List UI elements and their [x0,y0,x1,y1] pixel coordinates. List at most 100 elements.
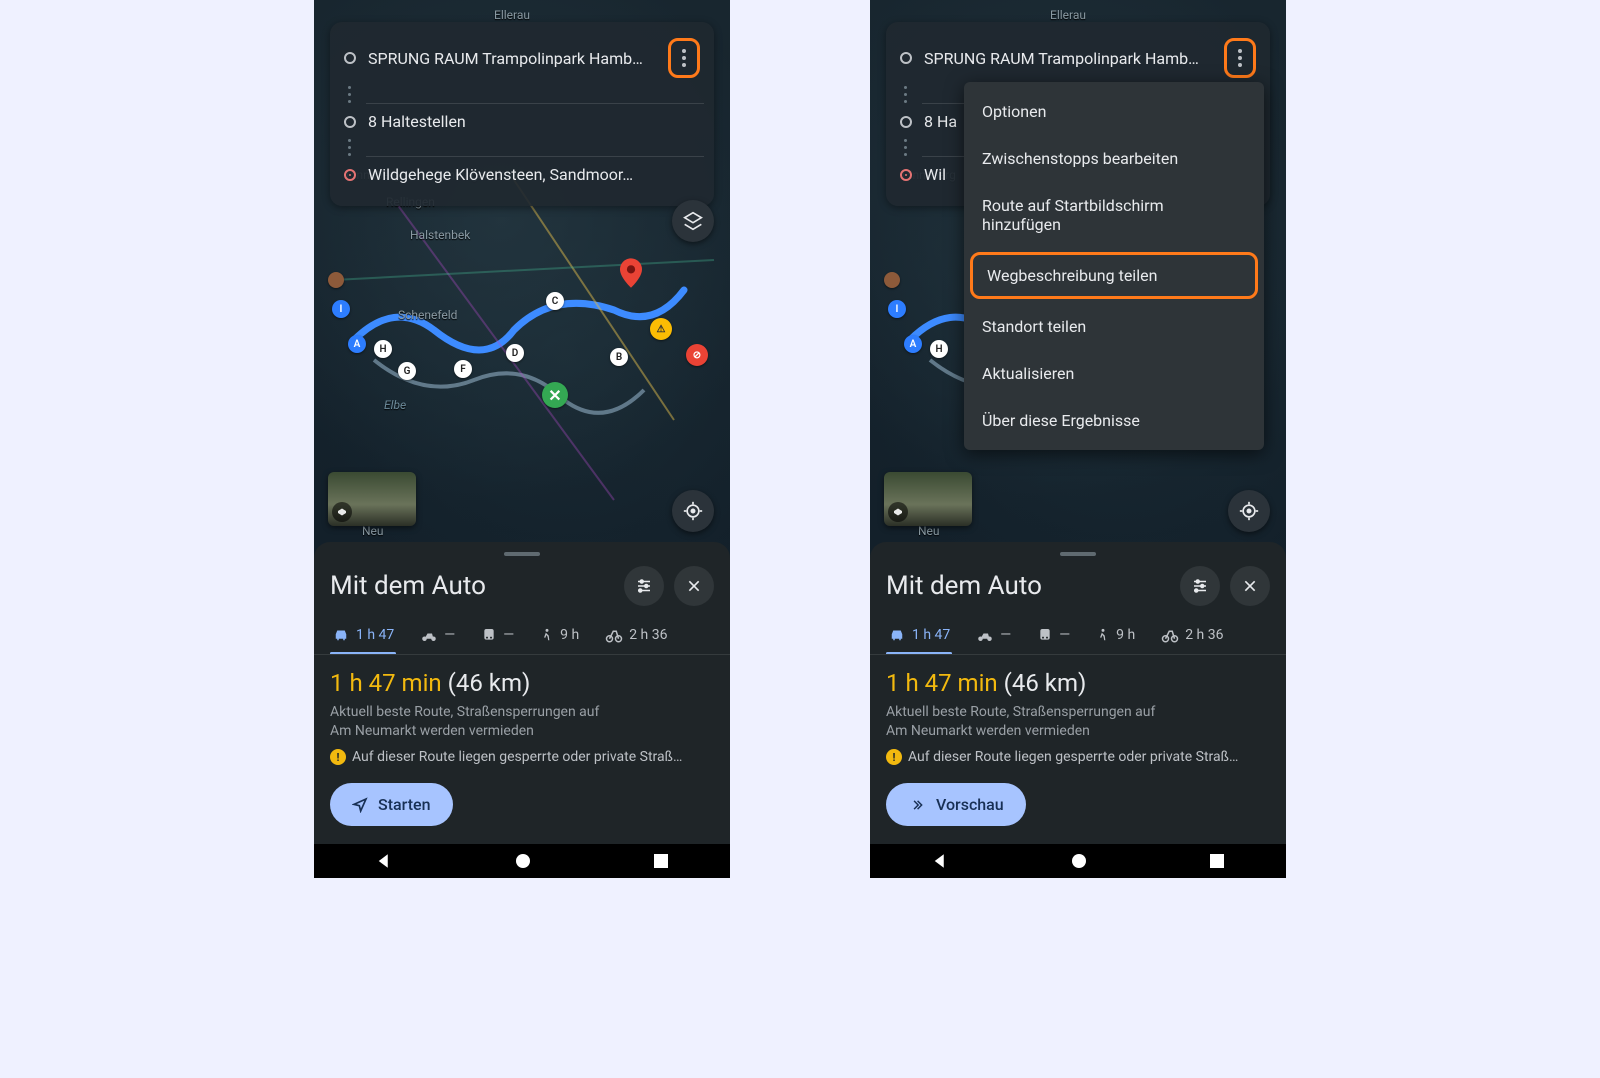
destination-icon [900,169,912,181]
waypoint-marker[interactable]: B [610,348,628,366]
route-stops-text: 8 Haltestellen [368,112,700,131]
preview-button-label: Vorschau [936,795,1004,814]
phone-right: Ellerau Pinneberg Neu I A H SPRUNG RAUM … [870,0,1286,878]
circle-icon [900,52,912,64]
menu-item-share-location[interactable]: Standort teilen [964,303,1264,350]
preview-button[interactable]: Vorschau [886,783,1026,826]
route-start-row[interactable]: SPRUNG RAUM Trampolinpark Hamb… [896,30,1260,86]
tab-motorcycle[interactable]: — [974,620,1013,654]
map-label: Ellerau [494,8,530,22]
tab-motorcycle[interactable]: — [418,620,457,654]
streetview-icon [888,502,908,522]
route-connector-icon [904,86,907,103]
route-stops-row[interactable]: 8 Haltestellen [340,104,704,139]
close-button[interactable] [1230,566,1270,606]
mode-car-label: 1 h 47 [912,627,950,643]
waypoint-marker[interactable]: H [374,340,392,358]
map-label: Elbe [384,398,406,412]
waypoint-marker[interactable]: A [348,335,366,353]
menu-item-edit-stops[interactable]: Zwischenstopps bearbeiten [964,135,1264,182]
circle-icon [344,52,356,64]
back-icon[interactable] [375,852,393,870]
phone-left: Ellerau Pinneberg Bönningstedt Rellingen… [314,0,730,878]
home-icon[interactable] [515,853,531,869]
tab-transit[interactable]: — [479,621,516,653]
waypoint-marker[interactable]: I [888,300,906,318]
locate-me-button[interactable] [1228,490,1270,532]
waypoint-marker[interactable]: H [930,340,948,358]
drag-handle[interactable] [1060,552,1096,556]
mode-transit-label: — [1059,627,1070,643]
route-summary-time: 1 h 47 min (46 km) [886,669,1270,697]
recents-icon[interactable] [653,853,669,869]
streetview-thumbnail[interactable] [884,472,972,526]
sheet-title: Mit dem Auto [330,571,486,601]
circle-icon [344,116,356,128]
warning-icon: ! [886,749,902,765]
layers-button[interactable] [672,200,714,242]
recents-icon[interactable] [1209,853,1225,869]
android-nav-bar [870,844,1286,878]
locate-me-button[interactable] [672,490,714,532]
route-summary-subtitle: Aktuell beste Route, Straßensperrungen a… [886,703,1270,741]
destination-pin-icon[interactable] [620,258,642,288]
tab-bike[interactable]: 2 h 36 [603,620,669,654]
start-navigation-button[interactable]: Starten [330,783,453,826]
directions-sheet[interactable]: Mit dem Auto 1 h 47 — — [314,542,730,844]
streetview-icon [332,502,352,522]
home-icon[interactable] [1071,853,1087,869]
menu-item-add-homescreen[interactable]: Route auf Startbildschirm hinzufügen [964,182,1264,248]
menu-item-share-directions[interactable]: Wegbeschreibung teilen [970,252,1258,299]
waypoint-marker[interactable]: I [332,300,350,318]
sheet-title: Mit dem Auto [886,571,1042,601]
mode-motorcycle-label: — [1000,627,1011,643]
map-label: Ellerau [1050,8,1086,22]
more-options-button[interactable] [668,38,700,78]
route-options-button[interactable] [624,566,664,606]
more-options-button[interactable] [1224,38,1256,78]
back-icon[interactable] [931,852,949,870]
tab-car[interactable]: 1 h 47 [330,620,396,654]
waypoint-marker[interactable]: F [454,360,472,378]
route-start-row[interactable]: SPRUNG RAUM Trampolinpark Hamb… [340,30,704,86]
route-start-text: SPRUNG RAUM Trampolinpark Hamb… [368,49,656,68]
warning-icon: ! [330,749,346,765]
construction-icon: ⚠ [650,318,672,340]
mode-walk-label: 9 h [1116,627,1135,643]
route-destination-row[interactable]: Wildgehege Klövensteen, Sandmoor… [340,157,704,192]
drag-handle[interactable] [504,552,540,556]
mode-motorcycle-label: — [444,627,455,643]
streetview-thumbnail[interactable] [328,472,416,526]
waypoint-marker[interactable]: C [546,292,564,310]
poi-marker [884,272,900,288]
menu-item-refresh[interactable]: Aktualisieren [964,350,1264,397]
waypoint-marker[interactable]: G [398,362,416,380]
waypoint-marker[interactable]: A [904,335,922,353]
map-label: Halstenbek [410,228,470,242]
menu-item-options[interactable]: Optionen [964,88,1264,135]
mode-car-label: 1 h 47 [356,627,394,643]
close-button[interactable] [674,566,714,606]
mode-transit-label: — [503,627,514,643]
map-label: Schenefeld [398,308,457,322]
overflow-menu: Optionen Zwischenstopps bearbeiten Route… [964,82,1264,450]
start-button-label: Starten [378,795,431,814]
mode-bike-label: 2 h 36 [629,627,667,643]
mode-bike-label: 2 h 36 [1185,627,1223,643]
travel-mode-tabs: 1 h 47 — — 9 h 2 h 36 [330,620,714,654]
tab-walk[interactable]: 9 h [538,620,581,654]
directions-sheet[interactable]: Mit dem Auto 1 h 47 — — [870,542,1286,844]
route-summary-time: 1 h 47 min (46 km) [330,669,714,697]
closed-road-icon: ✕ [542,382,568,408]
map-label: Neu [362,524,384,538]
tab-bike[interactable]: 2 h 36 [1159,620,1225,654]
route-destination-text: Wildgehege Klövensteen, Sandmoor… [368,165,700,184]
route-options-button[interactable] [1180,566,1220,606]
tab-transit[interactable]: — [1035,621,1072,653]
tab-car[interactable]: 1 h 47 [886,620,952,654]
tab-walk[interactable]: 9 h [1094,620,1137,654]
route-connector-icon [904,139,907,156]
waypoint-marker[interactable]: D [506,344,524,362]
route-stops-card: SPRUNG RAUM Trampolinpark Hamb… 8 Haltes… [330,22,714,206]
menu-item-about-results[interactable]: Über diese Ergebnisse [964,397,1264,444]
